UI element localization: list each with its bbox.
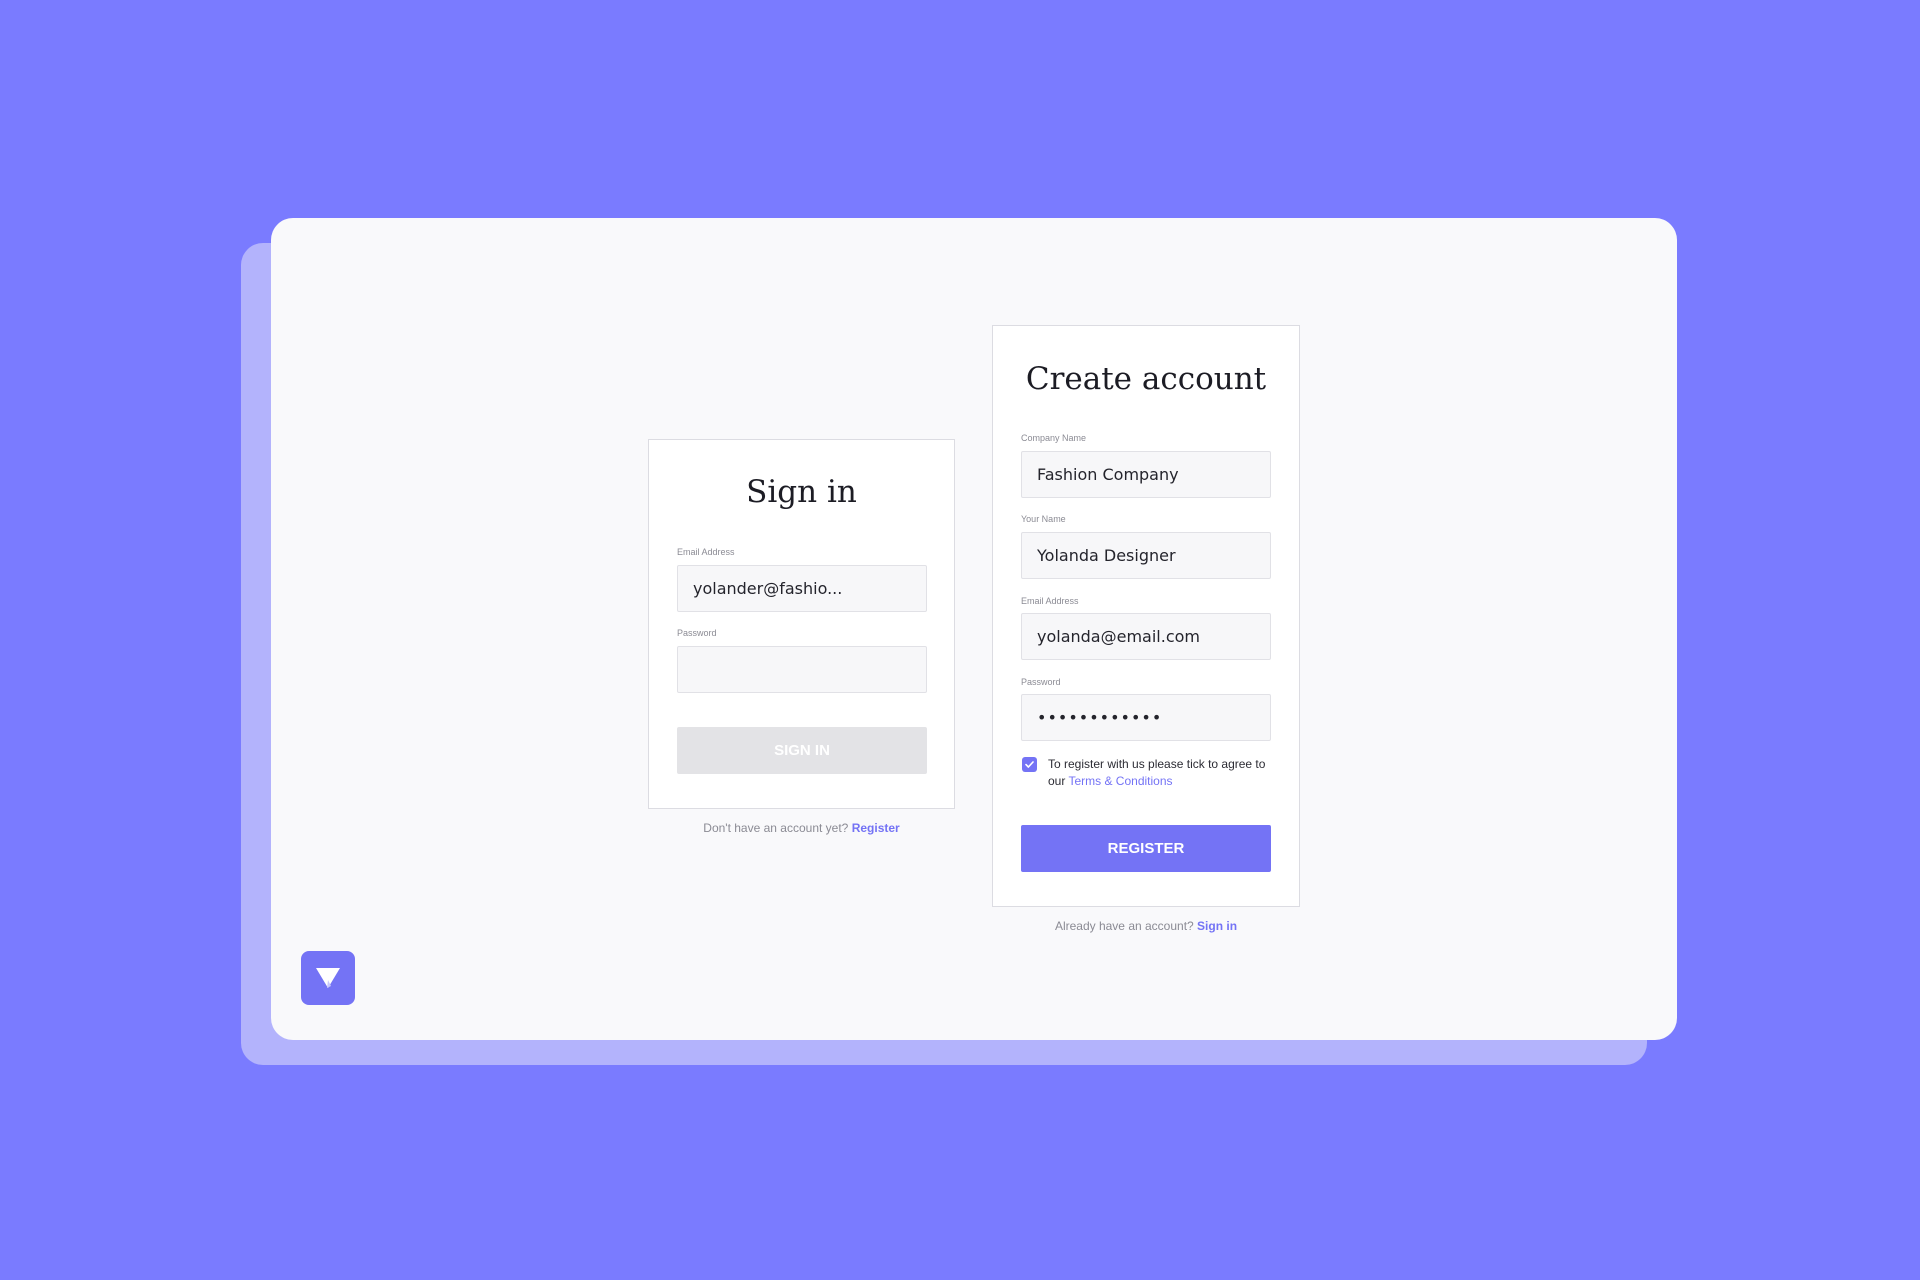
terms-link[interactable]: Terms & Conditions [1068, 774, 1172, 788]
triangle-icon [316, 968, 340, 988]
register-footer: Already have an account? Sign in [992, 919, 1300, 933]
signin-card: Sign in Email Address Password SIGN IN [648, 439, 955, 809]
signin-link[interactable]: Sign in [1197, 919, 1237, 933]
signin-footer: Don't have an account yet? Register [648, 821, 955, 835]
your-name-input[interactable] [1021, 532, 1271, 579]
terms-checkbox[interactable] [1022, 757, 1037, 772]
signin-footer-text: Don't have an account yet? [703, 821, 849, 835]
register-link[interactable]: Register [852, 821, 900, 835]
terms-text-block: To register with us please tick to agree… [1048, 756, 1280, 790]
signin-email-label: Email Address [677, 547, 735, 557]
company-name-input[interactable] [1021, 451, 1271, 498]
register-button[interactable]: REGISTER [1021, 825, 1271, 872]
register-email-label: Email Address [1021, 596, 1079, 606]
register-card: Create account Company Name Your Name Em… [992, 325, 1300, 907]
signin-password-label: Password [677, 628, 717, 638]
signin-email-input[interactable] [677, 565, 927, 612]
register-email-input[interactable] [1021, 613, 1271, 660]
register-password-label: Password [1021, 677, 1061, 687]
company-name-label: Company Name [1021, 433, 1087, 443]
signin-button[interactable]: SIGN IN [677, 727, 927, 774]
register-footer-text: Already have an account? [1054, 919, 1194, 933]
checkmark-icon [1025, 761, 1034, 768]
triangle-logo-icon[interactable] [301, 951, 355, 1005]
main-panel [271, 218, 1677, 1040]
signin-password-input[interactable] [677, 646, 927, 693]
register-title: Create account [1025, 361, 1267, 397]
signin-title: Sign in [746, 474, 857, 510]
your-name-label: Your Name [1021, 514, 1066, 524]
register-password-input[interactable] [1021, 694, 1271, 741]
